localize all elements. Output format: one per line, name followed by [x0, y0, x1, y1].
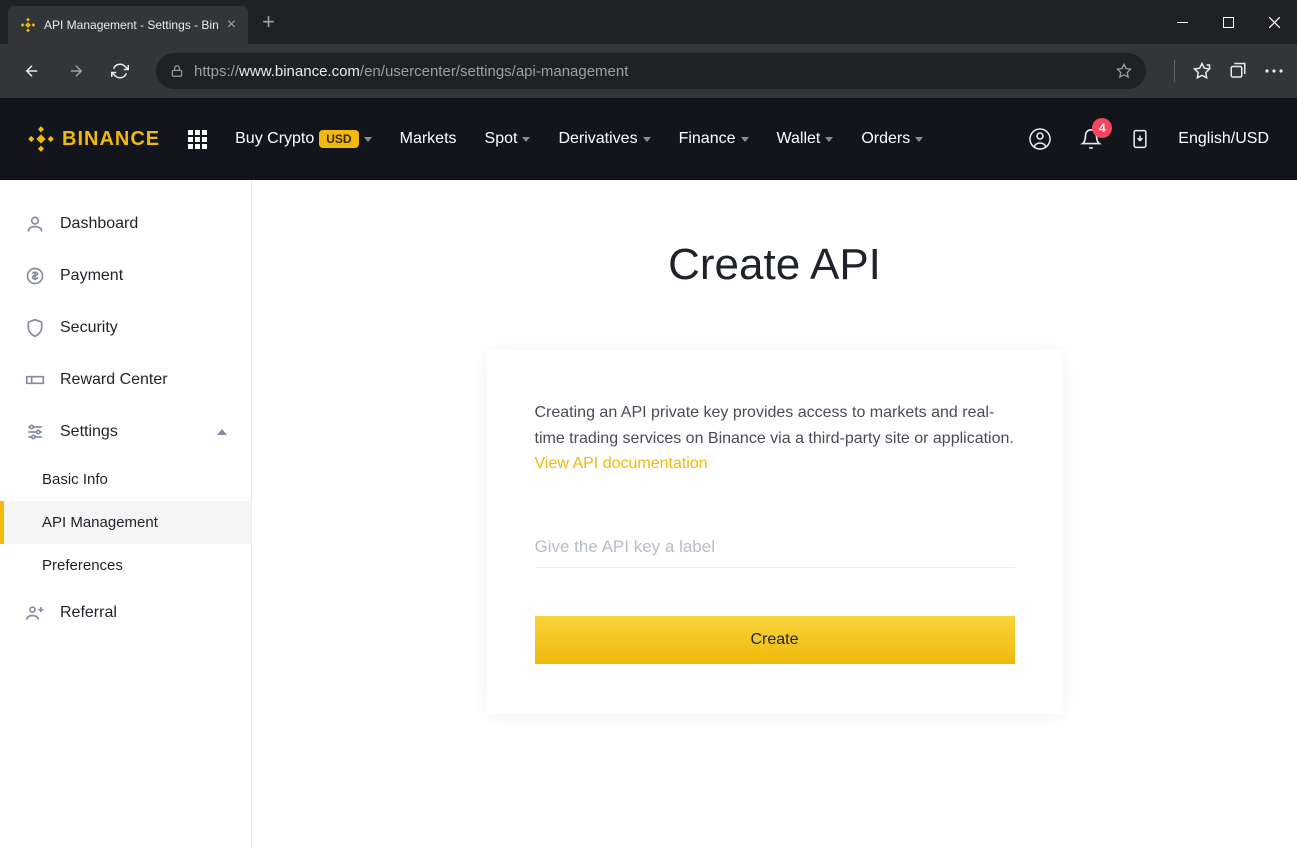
- card-description: Creating an API private key provides acc…: [535, 400, 1015, 477]
- url-bar: https://www.binance.com/en/usercenter/se…: [0, 44, 1297, 98]
- browser-tab[interactable]: API Management - Settings - Bin ×: [8, 6, 248, 44]
- sidebar-item-security[interactable]: Security: [0, 302, 251, 354]
- download-icon[interactable]: [1130, 128, 1150, 150]
- minimize-button[interactable]: [1159, 0, 1205, 44]
- tab-bar: API Management - Settings - Bin × +: [0, 0, 1297, 44]
- nav-finance[interactable]: Finance: [679, 130, 749, 148]
- apps-grid-icon[interactable]: [188, 130, 207, 149]
- api-doc-link[interactable]: View API documentation: [535, 455, 708, 472]
- back-button[interactable]: [14, 53, 50, 89]
- chevron-down-icon: [643, 137, 651, 142]
- sidebar: Dashboard Payment Security Reward Center…: [0, 180, 252, 848]
- lock-icon: [170, 64, 184, 78]
- chevron-up-icon: [217, 429, 227, 435]
- chevron-down-icon: [825, 137, 833, 142]
- more-icon[interactable]: [1265, 69, 1283, 73]
- sidebar-item-reward-center[interactable]: Reward Center: [0, 354, 251, 406]
- toolbar-divider: [1174, 60, 1175, 82]
- dollar-icon: [24, 266, 46, 286]
- maximize-button[interactable]: [1205, 0, 1251, 44]
- collections-icon[interactable]: [1229, 62, 1247, 80]
- logo-text: BINANCE: [62, 128, 160, 151]
- favorites-icon[interactable]: [1193, 62, 1211, 80]
- tab-close-icon[interactable]: ×: [227, 16, 236, 34]
- new-tab-button[interactable]: +: [262, 9, 275, 35]
- nav-orders[interactable]: Orders: [861, 130, 923, 148]
- sidebar-sub-preferences[interactable]: Preferences: [0, 544, 251, 587]
- person-icon: [24, 214, 46, 234]
- referral-icon: [24, 603, 46, 623]
- nav-derivatives[interactable]: Derivatives: [558, 130, 650, 148]
- nav-markets[interactable]: Markets: [400, 130, 457, 148]
- notifications-icon[interactable]: 4: [1080, 128, 1102, 150]
- chevron-down-icon: [364, 137, 372, 142]
- nav-spot[interactable]: Spot: [485, 130, 531, 148]
- refresh-button[interactable]: [102, 53, 138, 89]
- ticket-icon: [24, 370, 46, 390]
- shield-icon: [24, 318, 46, 338]
- address-bar[interactable]: https://www.binance.com/en/usercenter/se…: [156, 53, 1146, 89]
- site-header: BINANCE Buy CryptoUSD Markets Spot Deriv…: [0, 98, 1297, 180]
- page-title: Create API: [668, 240, 881, 290]
- window-controls: [1159, 0, 1297, 44]
- notification-badge: 4: [1092, 118, 1112, 138]
- nav-buy-crypto[interactable]: Buy CryptoUSD: [235, 130, 371, 148]
- account-icon[interactable]: [1028, 127, 1052, 151]
- tab-title: API Management - Settings - Bin: [44, 18, 219, 32]
- usd-badge: USD: [319, 130, 358, 148]
- forward-button[interactable]: [58, 53, 94, 89]
- binance-logo-icon: [28, 126, 54, 152]
- chevron-down-icon: [741, 137, 749, 142]
- binance-favicon: [20, 17, 36, 33]
- sidebar-sub-api-management[interactable]: API Management: [0, 501, 251, 544]
- binance-logo[interactable]: BINANCE: [28, 126, 160, 152]
- locale-selector[interactable]: English/USD: [1178, 130, 1269, 148]
- sidebar-item-payment[interactable]: Payment: [0, 250, 251, 302]
- create-api-card: Creating an API private key provides acc…: [487, 350, 1063, 714]
- content-area: Create API Creating an API private key p…: [252, 180, 1297, 848]
- chevron-down-icon: [915, 137, 923, 142]
- sidebar-item-dashboard[interactable]: Dashboard: [0, 198, 251, 250]
- chevron-down-icon: [522, 137, 530, 142]
- close-window-button[interactable]: [1251, 0, 1297, 44]
- api-label-input[interactable]: [535, 527, 1015, 568]
- sidebar-item-settings[interactable]: Settings: [0, 406, 251, 458]
- sidebar-sub-basic-info[interactable]: Basic Info: [0, 458, 251, 501]
- sliders-icon: [24, 422, 46, 442]
- favorite-star-icon[interactable]: [1116, 63, 1132, 79]
- url-text: https://www.binance.com/en/usercenter/se…: [194, 63, 628, 80]
- sidebar-item-referral[interactable]: Referral: [0, 587, 251, 639]
- create-button[interactable]: Create: [535, 616, 1015, 664]
- nav-wallet[interactable]: Wallet: [777, 130, 834, 148]
